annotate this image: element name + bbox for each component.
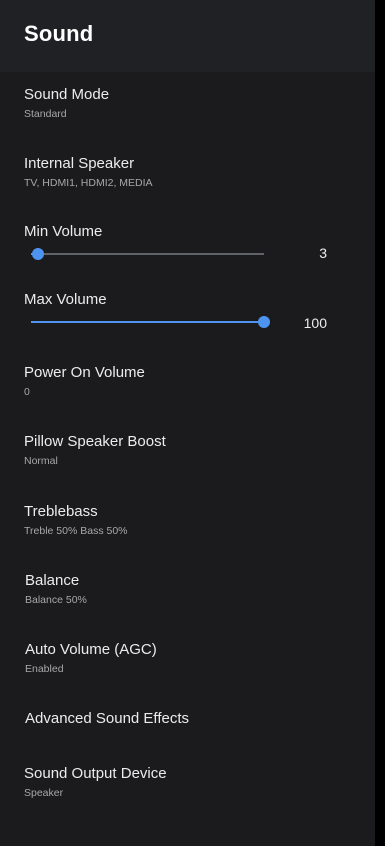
- max-volume-slider-thumb[interactable]: [258, 316, 270, 328]
- internal-speaker-item[interactable]: Internal Speaker TV, HDMI1, HDMI2, MEDIA: [0, 155, 375, 195]
- page-title: Sound: [24, 21, 94, 46]
- max-volume-value: 100: [303, 315, 327, 331]
- auto-volume-agc-title: Auto Volume (AGC): [25, 641, 157, 658]
- pillow-speaker-boost-value: Normal: [24, 455, 58, 467]
- advanced-sound-effects-item[interactable]: Advanced Sound Effects: [0, 710, 375, 740]
- sound-settings-panel: Sound Sound Mode Standard Internal Speak…: [0, 0, 375, 846]
- power-on-volume-value: 0: [24, 386, 30, 398]
- sound-output-device-title: Sound Output Device: [24, 765, 167, 782]
- max-volume-title: Max Volume: [24, 291, 107, 308]
- min-volume-value: 3: [319, 245, 327, 261]
- min-volume-slider-thumb[interactable]: [32, 248, 44, 260]
- header: Sound: [0, 0, 375, 72]
- internal-speaker-value: TV, HDMI1, HDMI2, MEDIA: [24, 177, 153, 189]
- advanced-sound-effects-title: Advanced Sound Effects: [25, 710, 190, 727]
- pillow-speaker-boost-item[interactable]: Pillow Speaker Boost Normal: [0, 433, 375, 473]
- power-on-volume-title: Power On Volume: [24, 364, 145, 381]
- balance-item[interactable]: Balance Balance 50%: [0, 572, 375, 612]
- auto-volume-agc-item[interactable]: Auto Volume (AGC) Enabled: [0, 641, 375, 681]
- sound-mode-item[interactable]: Sound Mode Standard: [0, 86, 375, 126]
- pillow-speaker-boost-title: Pillow Speaker Boost: [24, 433, 166, 450]
- min-volume-slider[interactable]: [31, 248, 264, 260]
- min-volume-title: Min Volume: [24, 223, 103, 240]
- auto-volume-agc-value: Enabled: [25, 663, 64, 675]
- sound-output-device-item[interactable]: Sound Output Device Speaker: [0, 765, 375, 805]
- balance-value: Balance 50%: [25, 594, 87, 606]
- treblebass-item[interactable]: Treblebass Treble 50% Bass 50%: [0, 503, 375, 543]
- power-on-volume-item[interactable]: Power On Volume 0: [0, 364, 375, 404]
- internal-speaker-title: Internal Speaker: [24, 155, 135, 172]
- treblebass-title: Treblebass: [24, 503, 98, 520]
- sound-mode-value: Standard: [24, 108, 67, 120]
- balance-title: Balance: [25, 572, 80, 589]
- max-volume-slider[interactable]: [31, 316, 270, 328]
- treblebass-value: Treble 50% Bass 50%: [24, 525, 128, 537]
- sound-mode-title: Sound Mode: [24, 86, 110, 103]
- max-volume-slider-fill: [31, 321, 264, 323]
- sound-output-device-value: Speaker: [24, 787, 64, 799]
